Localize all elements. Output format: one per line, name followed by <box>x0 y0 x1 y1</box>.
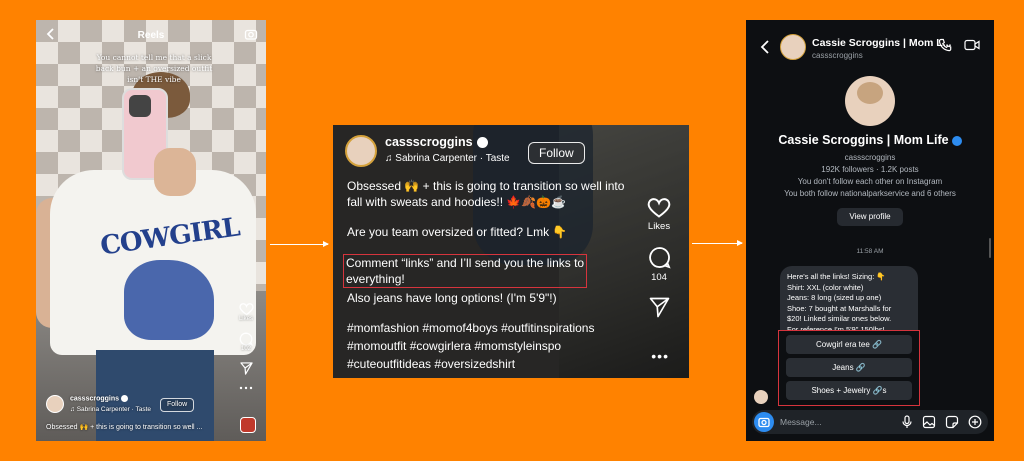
shirt-graphic-horse <box>124 260 214 340</box>
message-line: $20! Linked similar ones below. <box>787 314 892 323</box>
send-icon[interactable] <box>649 297 670 318</box>
dm-screen: Cassie Scroggins | Mom L... cassscroggin… <box>746 20 994 441</box>
send-icon[interactable] <box>239 362 253 375</box>
video-call-icon[interactable] <box>964 39 980 51</box>
message-composer <box>752 410 988 434</box>
comment-count: 104 <box>651 272 667 283</box>
sticker-icon[interactable] <box>945 415 959 429</box>
comment-icon[interactable] <box>648 246 671 269</box>
camera-icon[interactable] <box>244 27 258 41</box>
link-buttons-highlight: Cowgirl era tee 🔗 Jeans 🔗 Shoes + Jewelr… <box>778 330 920 406</box>
profile-handle: cassscroggins <box>844 153 896 162</box>
follow-status: You don't follow each other on Instagram <box>797 177 943 186</box>
audio-thumbnail-icon[interactable] <box>240 417 256 433</box>
verified-icon <box>951 135 962 146</box>
view-profile-button[interactable]: View profile <box>837 208 903 226</box>
follow-button[interactable]: Follow <box>160 398 195 412</box>
heart-icon[interactable] <box>238 302 254 316</box>
avatar[interactable] <box>780 34 806 60</box>
flow-arrow <box>270 241 329 247</box>
reel-caption[interactable]: Obsessed 🙌 + this is going to transition… <box>46 423 202 431</box>
message-bubble: Here's all the links! Sizing: 👇 Shirt: X… <box>780 266 918 335</box>
add-icon[interactable] <box>968 415 982 429</box>
audio-track[interactable]: ♫ Sabrina Carpenter · Taste <box>70 406 151 413</box>
reel-footer: cassscroggins ♫ Sabrina Carpenter · Tast… <box>36 393 266 441</box>
link-button-jeans[interactable]: Jeans 🔗 <box>786 358 912 377</box>
message-line: Shoe: 7 bought at Marshalls for <box>787 303 892 313</box>
message-line: Jeans: 8 long (sized up one) <box>787 293 882 302</box>
more-icon[interactable] <box>239 385 253 391</box>
caption-text: Obsessed 🙌 + this is going to transition… <box>343 178 639 372</box>
gallery-icon[interactable] <box>922 415 936 429</box>
hashtag-line[interactable]: #momoutfit #cowgirlera #momstyleinspo <box>347 338 639 354</box>
camera-button[interactable] <box>754 412 774 432</box>
link-button-shoes-jewelry[interactable]: Shoes + Jewelry 🔗s <box>786 381 912 400</box>
profile-name: Cassie Scroggins | Mom Life <box>746 133 994 147</box>
username[interactable]: cassscroggins <box>385 135 488 149</box>
phone-icon[interactable] <box>938 38 952 52</box>
page-title: Reels <box>137 29 165 41</box>
link-button-cowgirl-tee[interactable]: Cowgirl era tee 🔗 <box>786 335 912 354</box>
message-input[interactable] <box>780 410 890 434</box>
caption-screen: cassscroggins ♫ Sabrina Carpenter · Tast… <box>333 125 689 378</box>
cta-line: everything! <box>346 272 405 286</box>
verified-icon <box>121 395 129 402</box>
hashtag-line[interactable]: #momfashion #momof4boys #outfitinspirati… <box>347 320 639 336</box>
microphone-icon[interactable] <box>901 415 913 429</box>
profile-avatar[interactable] <box>845 76 895 126</box>
back-icon[interactable] <box>44 27 58 41</box>
heart-icon[interactable] <box>647 197 671 218</box>
comment-count: 102 <box>240 346 251 352</box>
audio-track[interactable]: ♫ Sabrina Carpenter · Taste <box>385 153 510 164</box>
reel-overlay-text: You cannot tell me that a slick back bun… <box>95 53 213 84</box>
flow-arrow <box>692 240 743 246</box>
caption-paragraph: Are you team oversized or fitted? Lmk 👇 <box>347 225 568 239</box>
cta-line: Comment “links” and I’ll send you the li… <box>346 256 585 270</box>
message-timestamp: 11:58 AM <box>856 248 884 255</box>
avatar[interactable] <box>46 395 64 413</box>
highlighted-cta: Comment “links” and I’ll send you the li… <box>343 254 588 288</box>
verified-icon <box>476 137 488 149</box>
profile-info: cassscroggins 192K followers · 1.2K post… <box>746 152 994 200</box>
hashtag-line[interactable]: #cuteoutfitideas #oversizedshirt <box>347 356 639 372</box>
sender-avatar <box>754 390 768 404</box>
username[interactable]: cassscroggins <box>70 395 129 402</box>
hand <box>154 148 196 196</box>
mutual-follows: You both follow nationalparkservice and … <box>784 189 956 198</box>
chat-title[interactable]: Cassie Scroggins | Mom L... <box>812 37 951 49</box>
likes-label: Likes <box>238 316 253 322</box>
caption-paragraph: Also jeans have long options! (I'm 5'9"!… <box>347 291 557 305</box>
more-icon[interactable]: ••• <box>651 348 669 364</box>
caption-paragraph: Obsessed 🙌 + this is going to transition… <box>347 179 625 209</box>
follow-button[interactable]: Follow <box>528 142 585 164</box>
reel-action-rail: Likes 104 <box>641 197 677 318</box>
reels-top-bar: Reels <box>36 20 266 50</box>
profile-stats: 192K followers · 1.2K posts <box>821 165 919 174</box>
camera-icon <box>758 417 770 428</box>
comment-icon[interactable] <box>239 332 253 346</box>
back-icon[interactable] <box>760 40 770 54</box>
message-line: Shirt: XXL (color white) <box>787 282 864 292</box>
likes-label: Likes <box>647 221 671 232</box>
reel-action-rail: Likes 102 <box>236 292 256 391</box>
chat-handle: cassscroggins <box>812 51 863 60</box>
avatar[interactable] <box>345 135 377 167</box>
message-line: Here's all the links! Sizing: 👇 <box>787 272 886 281</box>
composer-actions <box>901 415 982 429</box>
reel-screen: COWGIRL Reels You cannot tell me that a … <box>36 20 266 441</box>
